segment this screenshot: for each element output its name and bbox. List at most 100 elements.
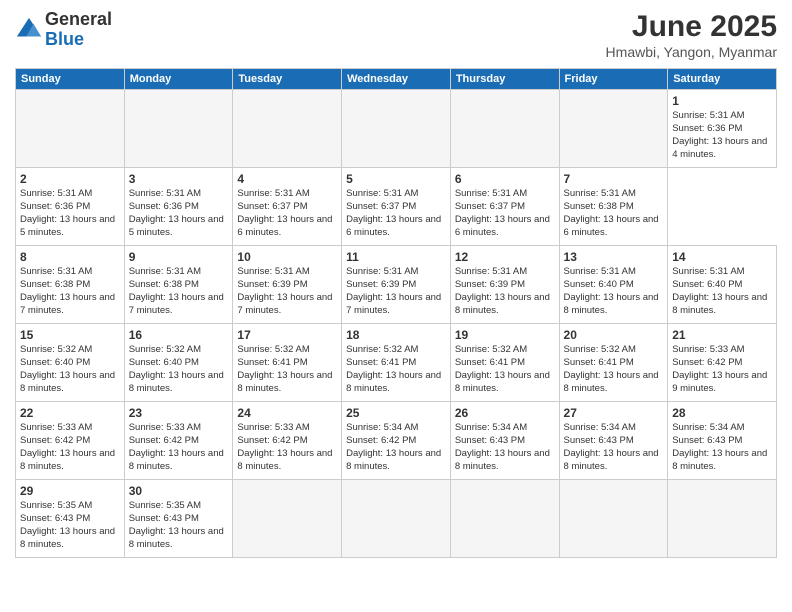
table-row: 25Sunrise: 5:34 AMSunset: 6:42 PMDayligh… (342, 402, 451, 480)
table-row: 30Sunrise: 5:35 AMSunset: 6:43 PMDayligh… (124, 480, 233, 558)
sunrise: Sunrise: 5:35 AM (20, 500, 92, 511)
table-row: 14Sunrise: 5:31 AMSunset: 6:40 PMDayligh… (668, 246, 777, 324)
sunrise: Sunrise: 5:31 AM (564, 266, 636, 277)
logo: General Blue (15, 10, 112, 50)
sunrise: Sunrise: 5:32 AM (346, 344, 418, 355)
day-number: 2 (20, 171, 120, 187)
table-row: 17Sunrise: 5:32 AMSunset: 6:41 PMDayligh… (233, 324, 342, 402)
table-row: 18Sunrise: 5:32 AM Sunset: 6:41 PM Dayligh… (342, 324, 451, 402)
day-number: 6 (455, 171, 555, 187)
daylight: Daylight: 13 hours and 8 minutes. (129, 448, 224, 472)
sunrise: Sunrise: 5:31 AM (129, 266, 201, 277)
daylight: Daylight: 13 hours and 8 minutes. (564, 448, 659, 472)
table-row: 16Sunrise: 5:32 AMSunset: 6:40 PMDayligh… (124, 324, 233, 402)
sunset: Sunset: 6:43 PM (20, 513, 90, 524)
empty-cell (16, 90, 125, 168)
daylight: Daylight: 13 hours and 5 minutes. (20, 214, 115, 238)
col-saturday: Saturday (668, 69, 777, 90)
day-number: 24 (237, 405, 337, 421)
sunrise: Sunrise: 5:31 AM (237, 266, 309, 277)
table-row: 24Sunrise: 5:33 AMSunset: 6:42 PMDayligh… (233, 402, 342, 480)
day-number: 19 (455, 327, 555, 343)
empty-cell (668, 480, 777, 558)
page: General Blue June 2025 Hmawbi, Yangon, M… (0, 0, 792, 612)
empty-cell (342, 90, 451, 168)
day-number: 9 (129, 249, 229, 265)
daylight: Daylight: 13 hours and 8 minutes. (672, 448, 767, 472)
empty-cell (342, 480, 451, 558)
daylight: Daylight: 13 hours and 8 minutes. (455, 448, 550, 472)
daylight: Daylight: 13 hours and 8 minutes. (129, 370, 224, 394)
sunset: Sunset: 6:41 PM (455, 357, 525, 368)
sunset: Sunset: 6:41 PM (237, 357, 307, 368)
daylight: Daylight: 13 hours and 8 minutes. (129, 526, 224, 550)
daylight: Daylight: 13 hours and 6 minutes. (237, 214, 332, 238)
sunset: Sunset: 6:41 PM (346, 357, 416, 368)
calendar-title: June 2025 (606, 10, 777, 44)
day-number: 12 (455, 249, 555, 265)
daylight: Daylight: 13 hours and 8 minutes. (20, 526, 115, 550)
table-row: 19Sunrise: 5:32 AMSunset: 6:41 PMDayligh… (450, 324, 559, 402)
daylight: Daylight: 13 hours and 7 minutes. (237, 292, 332, 316)
sunset: Sunset: 6:42 PM (346, 435, 416, 446)
daylight: Daylight: 13 hours and 6 minutes. (564, 214, 659, 238)
daylight: Daylight: 13 hours and 8 minutes. (237, 370, 332, 394)
empty-cell (233, 90, 342, 168)
day-number: 30 (129, 483, 229, 499)
daylight: Daylight: 13 hours and 8 minutes. (20, 448, 115, 472)
sunrise: Sunrise: 5:32 AM (237, 344, 309, 355)
sunrise: Sunrise: 5:34 AM (672, 422, 744, 433)
sunset: Sunset: 6:43 PM (455, 435, 525, 446)
daylight: Daylight: 13 hours and 4 minutes. (672, 136, 767, 160)
day-number: 15 (20, 327, 120, 343)
day-number: 18 (346, 327, 446, 343)
table-row: 4Sunrise: 5:31 AMSunset: 6:37 PMDaylight… (233, 168, 342, 246)
sunset: Sunset: 6:40 PM (564, 279, 634, 290)
table-row: 6Sunrise: 5:31 AMSunset: 6:37 PMDaylight… (450, 168, 559, 246)
table-row: 21Sunrise: 5:33 AMSunset: 6:42 PMDayligh… (668, 324, 777, 402)
table-row: 2Sunrise: 5:31 AMSunset: 6:36 PMDaylight… (16, 168, 125, 246)
sunrise: Sunrise: 5:33 AM (20, 422, 92, 433)
sunset: Sunset: 6:43 PM (564, 435, 634, 446)
daylight: Daylight: 13 hours and 9 minutes. (672, 370, 767, 394)
sunrise: Sunrise: 5:33 AM (129, 422, 201, 433)
sunrise: Sunrise: 5:32 AM (455, 344, 527, 355)
daylight: Daylight: 13 hours and 6 minutes. (346, 214, 441, 238)
calendar-subtitle: Hmawbi, Yangon, Myanmar (606, 44, 777, 60)
table-row: 28Sunrise: 5:34 AM Sunset: 6:43 PM Dayligh… (668, 402, 777, 480)
day-number: 29 (20, 483, 120, 499)
table-row: 5Sunrise: 5:31 AMSunset: 6:37 PMDaylight… (342, 168, 451, 246)
daylight: Daylight: 13 hours and 8 minutes. (455, 292, 550, 316)
sunrise: Sunrise: 5:34 AM (346, 422, 418, 433)
calendar-header-row: Sunday Monday Tuesday Wednesday Thursday… (16, 69, 777, 90)
sunset: Sunset: 6:38 PM (129, 279, 199, 290)
daylight: Daylight: 13 hours and 8 minutes. (564, 292, 659, 316)
logo-text: General Blue (45, 10, 112, 50)
daylight: Daylight: 13 hours and 8 minutes. (237, 448, 332, 472)
sunrise: Sunrise: 5:32 AM (564, 344, 636, 355)
table-row: 1Sunrise: 5:31 AMSunset: 6:36 PMDaylight… (668, 90, 777, 168)
col-tuesday: Tuesday (233, 69, 342, 90)
sunset: Sunset: 6:40 PM (129, 357, 199, 368)
table-row: 12Sunrise: 5:31 AMSunset: 6:39 PMDayligh… (450, 246, 559, 324)
daylight: Daylight: 13 hours and 8 minutes. (346, 370, 441, 394)
sunrise: Sunrise: 5:31 AM (672, 110, 744, 121)
day-number: 26 (455, 405, 555, 421)
daylight: Daylight: 13 hours and 8 minutes. (672, 292, 767, 316)
day-number: 28 (672, 405, 772, 421)
table-row: 9Sunrise: 5:31 AMSunset: 6:38 PMDaylight… (124, 246, 233, 324)
sunset: Sunset: 6:37 PM (455, 201, 525, 212)
sunset: Sunset: 6:40 PM (672, 279, 742, 290)
table-row: 26Sunrise: 5:34 AM Sunset: 6:43 PM Dayligh… (450, 402, 559, 480)
sunset: Sunset: 6:42 PM (20, 435, 90, 446)
day-number: 11 (346, 249, 446, 265)
sunrise: Sunrise: 5:34 AM (455, 422, 527, 433)
empty-cell (450, 90, 559, 168)
empty-cell (124, 90, 233, 168)
day-number: 4 (237, 171, 337, 187)
col-monday: Monday (124, 69, 233, 90)
table-row: 23Sunrise: 5:33 AMSunset: 6:42 PMDayligh… (124, 402, 233, 480)
sunrise: Sunrise: 5:35 AM (129, 500, 201, 511)
sunset: Sunset: 6:43 PM (672, 435, 742, 446)
daylight: Daylight: 13 hours and 8 minutes. (564, 370, 659, 394)
